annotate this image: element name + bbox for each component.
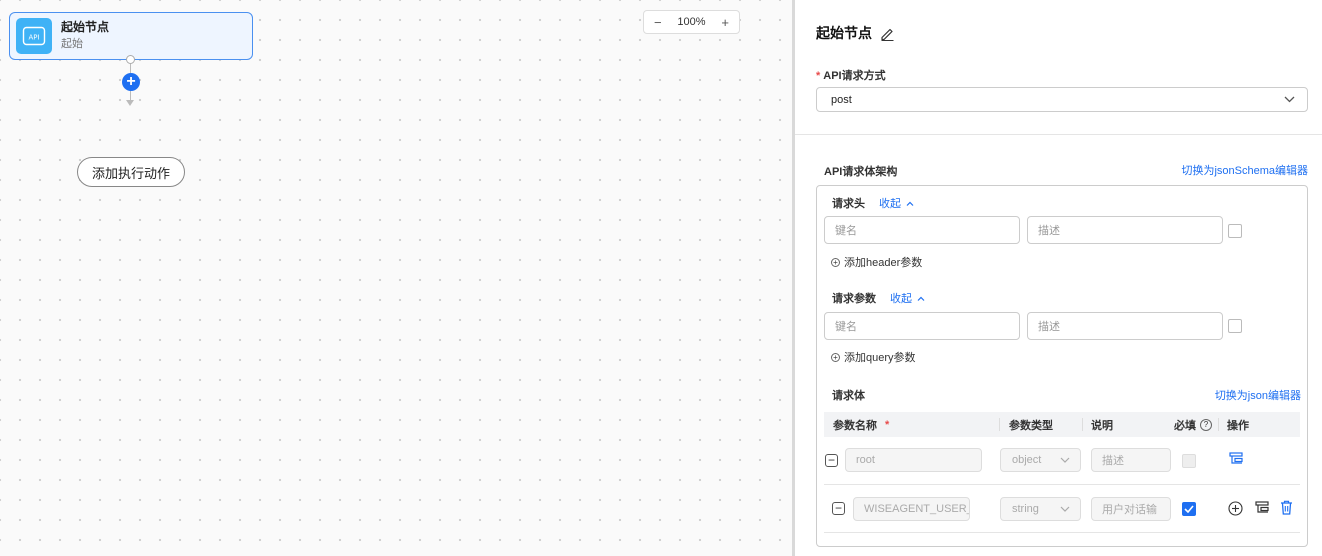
column-separator [1082, 418, 1083, 431]
column-separator [999, 418, 1000, 431]
divider [795, 134, 1322, 135]
param-type-value: string [1012, 503, 1039, 515]
required-mark: * [816, 70, 821, 82]
col-desc: 说明 [1091, 419, 1113, 432]
column-separator [1218, 418, 1219, 431]
col-required: 必填 ? [1174, 412, 1212, 437]
node-config-panel: 起始节点 * API请求方式 post API请求体架构 切换为jsonSchem… [795, 0, 1322, 556]
query-collapse-text: 收起 [890, 293, 912, 305]
api-method-label-text: API请求方式 [823, 70, 886, 82]
body-label: 请求体 [832, 390, 865, 402]
body-table-header: 参数名称 * 参数类型 说明 必填 ? 操作 [824, 412, 1300, 437]
node-output-port[interactable] [126, 55, 135, 64]
checkmark-icon [1184, 505, 1194, 513]
chevron-down-icon [1060, 503, 1070, 515]
col-ops: 操作 [1227, 419, 1249, 432]
col-param-type: 参数类型 [1009, 419, 1053, 432]
add-query-param-label: 添加query参数 [844, 352, 916, 364]
zoom-level: 100% [677, 16, 706, 28]
query-key-input[interactable]: 键名 [824, 312, 1020, 340]
schema-box: 请求头 收起 键名 描述 + 添加header参数 请求参数 收起 键名 描述 … [816, 185, 1308, 547]
start-node-title: 起始节点 [61, 20, 110, 34]
query-label: 请求参数 [832, 293, 876, 305]
start-node-subtitle: 起始 [61, 38, 83, 50]
collapse-row-minus-icon[interactable]: − [825, 454, 838, 467]
param-required-checkbox-checked[interactable] [1182, 502, 1196, 516]
api-icon: API [16, 18, 52, 54]
panel-title: 起始节点 [816, 23, 895, 43]
add-child-node-icon[interactable] [1229, 452, 1243, 466]
api-method-select[interactable]: post [816, 87, 1308, 112]
zoom-out-button[interactable]: − [654, 15, 662, 30]
start-node[interactable]: API 起始节点 起始 [9, 12, 253, 60]
query-section-label: 请求参数 收起 [832, 290, 925, 306]
headers-collapse-button[interactable]: 收起 [879, 195, 914, 211]
col-param-name-text: 参数名称 [833, 419, 877, 432]
add-query-param-button[interactable]: + 添加query参数 [831, 349, 916, 365]
param-type-value: object [1012, 454, 1042, 466]
add-child-node-icon[interactable] [1255, 501, 1269, 515]
add-header-param-label: 添加header参数 [844, 257, 923, 269]
param-name-input: root [845, 448, 982, 472]
plus-circle-icon: + [831, 352, 840, 362]
param-name-input: WISEAGENT_USER_ [853, 497, 970, 521]
col-param-name: 参数名称 * [833, 412, 889, 437]
param-desc-input[interactable]: 描述 [1091, 448, 1171, 472]
switch-json-editor-link[interactable]: 切换为json编辑器 [1215, 387, 1301, 403]
zoom-control: − 100% + [643, 10, 740, 34]
headers-label: 请求头 [832, 198, 865, 210]
header-key-input[interactable]: 键名 [824, 216, 1020, 244]
header-required-checkbox[interactable] [1228, 224, 1242, 238]
chevron-down-icon [1284, 94, 1295, 106]
col-required-text: 必填 [1174, 419, 1196, 432]
add-action-button[interactable]: 添加执行动作 [77, 157, 185, 187]
query-collapse-button[interactable]: 收起 [890, 290, 925, 306]
chevron-down-icon [1060, 454, 1070, 466]
help-circle-icon[interactable]: ? [1200, 418, 1212, 431]
plus-circle-icon: + [831, 257, 840, 267]
param-type-select: string [1000, 497, 1081, 521]
query-desc-input[interactable]: 描述 [1027, 312, 1223, 340]
api-method-label: * API请求方式 [816, 67, 886, 83]
param-type-select: object [1000, 448, 1081, 472]
chevron-up-icon [906, 198, 914, 208]
collapse-row-minus-icon[interactable]: − [832, 502, 845, 515]
param-desc-input[interactable]: 用户对话输 [1091, 497, 1171, 521]
api-method-value: post [831, 93, 852, 106]
flow-canvas[interactable]: API 起始节点 起始 + 添加执行动作 − 100% + [0, 0, 792, 556]
headers-section-label: 请求头 收起 [832, 195, 914, 211]
add-sibling-plus-circle-icon[interactable] [1228, 501, 1243, 516]
schema-title: API请求体架构 [824, 166, 898, 178]
row-separator [824, 484, 1300, 485]
zoom-in-button[interactable]: + [721, 15, 729, 30]
add-header-param-button[interactable]: + 添加header参数 [831, 254, 922, 270]
edit-pencil-icon[interactable] [880, 26, 895, 41]
svg-text:API: API [28, 34, 39, 42]
required-mark: * [885, 418, 890, 431]
panel-title-text: 起始节点 [816, 25, 872, 41]
add-node-plus-icon[interactable]: + [122, 73, 140, 91]
headers-collapse-text: 收起 [879, 198, 901, 210]
row-separator [824, 532, 1300, 533]
trash-icon[interactable] [1280, 500, 1293, 515]
param-required-checkbox [1182, 454, 1196, 468]
chevron-up-icon [917, 293, 925, 303]
edge-arrow-icon [126, 100, 134, 106]
query-required-checkbox[interactable] [1228, 319, 1242, 333]
header-desc-input[interactable]: 描述 [1027, 216, 1223, 244]
switch-jsonschema-editor-link[interactable]: 切换为jsonSchema编辑器 [1181, 162, 1308, 178]
